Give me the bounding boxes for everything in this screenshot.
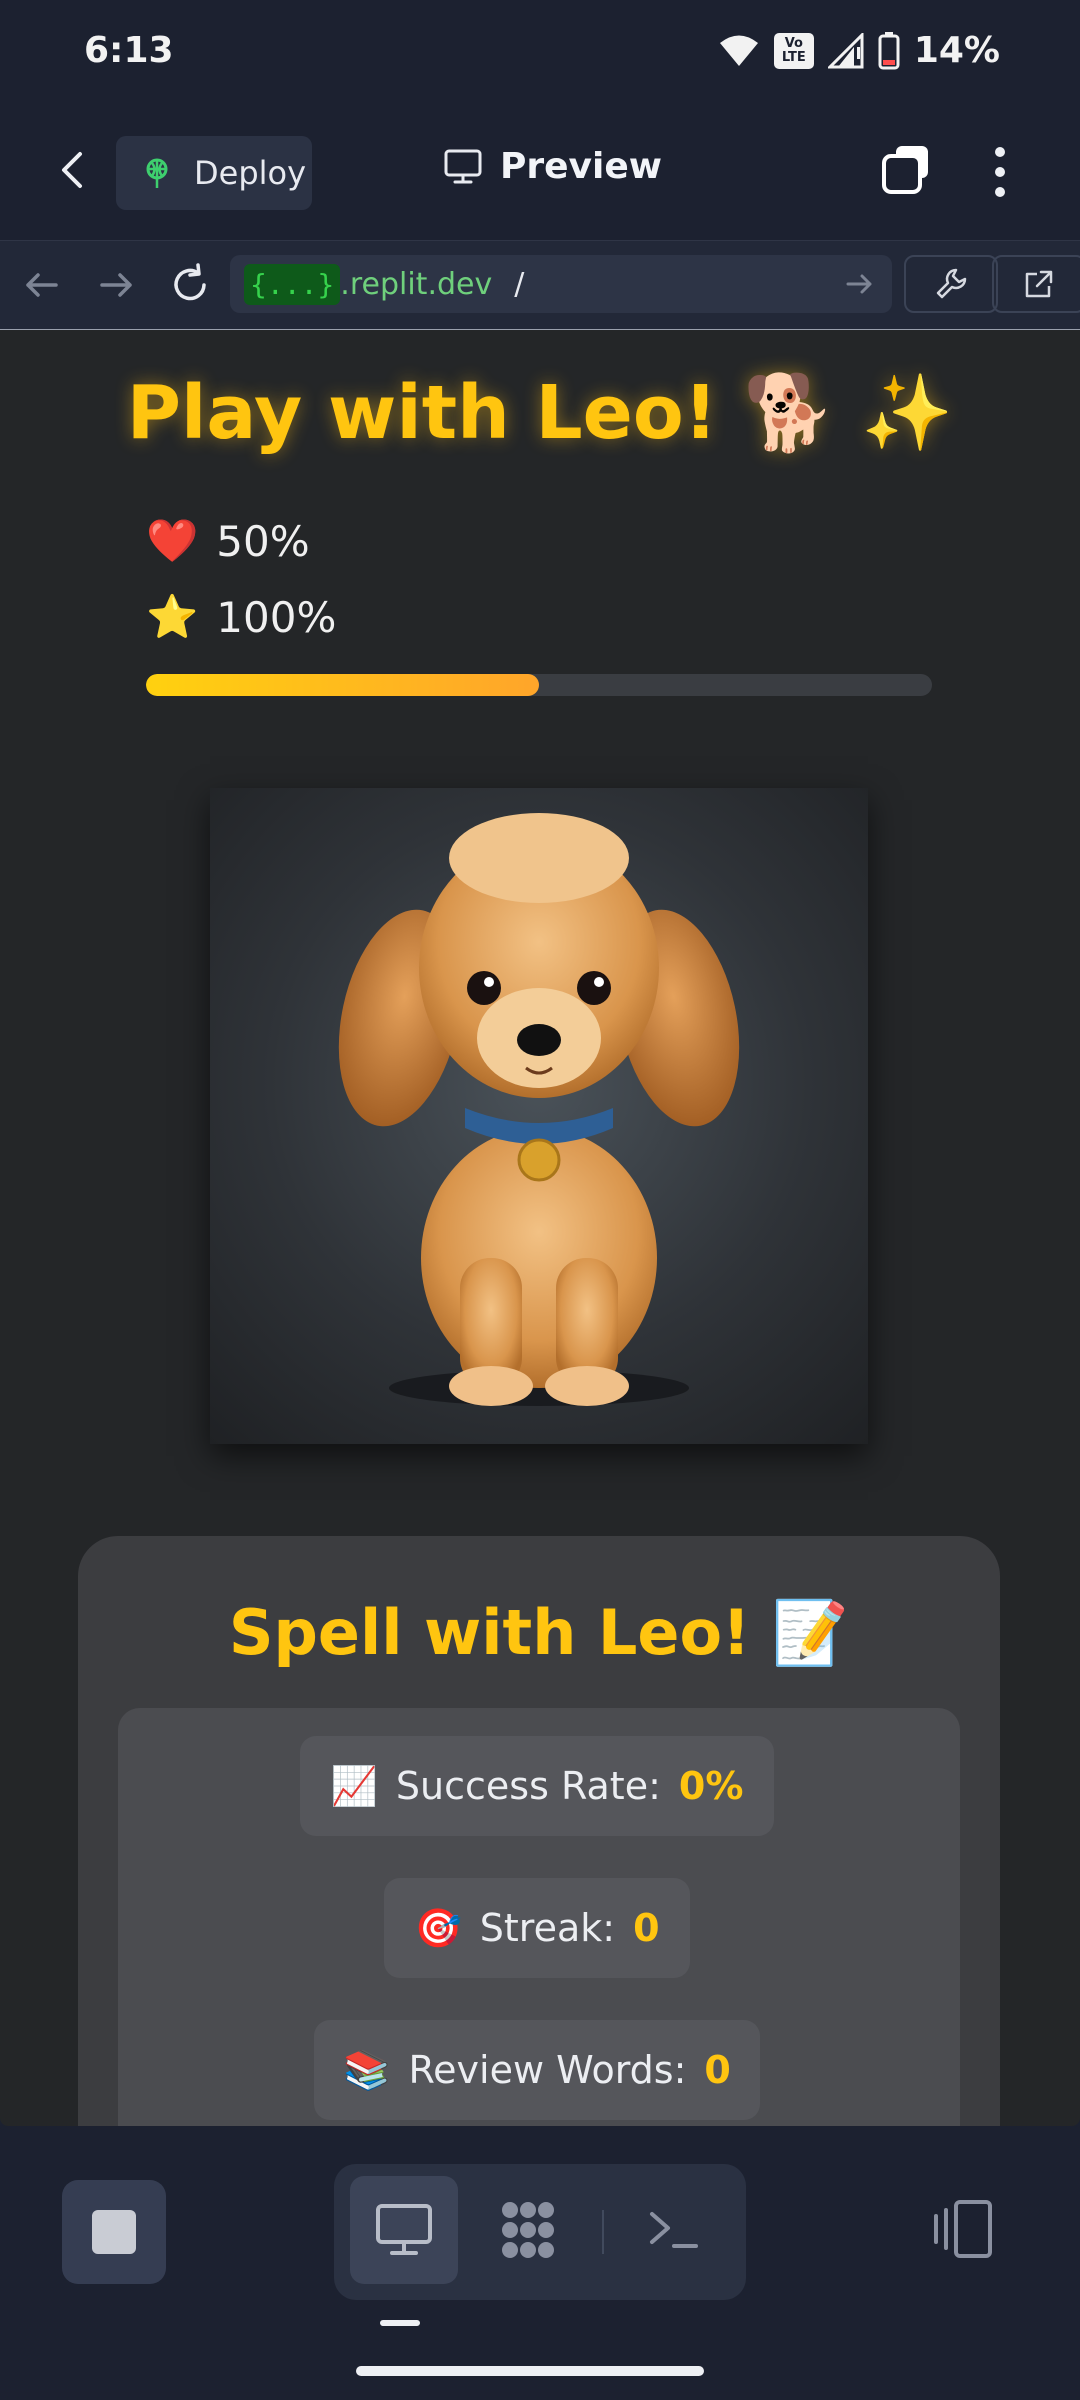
workspace-mode-button[interactable] (474, 2176, 582, 2284)
review-words-label: Review Words: (408, 2048, 687, 2092)
battery-text: 14% (913, 30, 1000, 71)
chart-icon: 📈 (330, 1763, 378, 1808)
mode-divider (602, 2210, 604, 2254)
external-link-icon (1025, 270, 1053, 298)
star-value: 100% (216, 592, 337, 642)
browser-bar: {...} .replit.dev / (0, 240, 1080, 331)
success-rate-value: 0% (678, 1764, 744, 1808)
pet-image[interactable] (210, 788, 868, 1444)
love-stat: ❤️ 50% (146, 516, 310, 566)
puppy-illustration (338, 813, 740, 1406)
url-badge: {...} (244, 263, 341, 305)
streak-stat: 🎯 Streak: 0 (384, 1878, 690, 1978)
status-icons: Vo LTE 14% (718, 30, 1000, 71)
monitor-icon (444, 149, 482, 183)
workspace-icon (502, 2202, 554, 2258)
terminal-mode-button[interactable] (620, 2176, 728, 2284)
love-value: 50% (216, 516, 310, 566)
deploy-label: Deploy (194, 154, 307, 192)
spell-card: Spell with Leo! 📝 📈 Success Rate: 0% 🎯 S… (78, 1536, 1000, 2126)
streak-label: Streak: (479, 1906, 616, 1950)
wifi-icon (719, 35, 758, 66)
progress-bar (146, 674, 932, 696)
success-rate-label: Success Rate: (395, 1764, 661, 1808)
url-path: / (514, 266, 525, 302)
preview-tab[interactable]: Preview (444, 146, 662, 187)
target-icon: 🎯 (414, 1905, 462, 1950)
more-icon[interactable] (982, 144, 1018, 200)
review-words-value: 0 (704, 2048, 731, 2092)
status-time: 6:13 (84, 30, 174, 71)
url-go-icon[interactable] (844, 269, 874, 299)
status-bar: 6:13 Vo LTE 14% (0, 0, 1080, 100)
url-field[interactable]: {...} .replit.dev / (230, 255, 892, 313)
monitor-icon (376, 2204, 432, 2255)
deploy-icon (146, 158, 168, 188)
layout-icon[interactable] (930, 2196, 996, 2262)
spell-title: Spell with Leo! 📝 (228, 1596, 850, 1669)
app-bar: Deploy Preview (0, 100, 1080, 240)
view-mode-group (334, 2164, 746, 2300)
star-stat: ⭐ 100% (146, 592, 336, 642)
progress-fill (146, 674, 539, 696)
streak-value: 0 (633, 1906, 660, 1950)
arrow-left-icon[interactable] (20, 263, 64, 307)
bottom-nav (0, 2126, 1080, 2400)
active-mode-indicator (380, 2320, 420, 2326)
signal-icon (827, 32, 864, 68)
home-indicator[interactable] (356, 2366, 704, 2376)
star-icon: ⭐ (146, 592, 199, 641)
deploy-button[interactable]: Deploy (116, 136, 312, 210)
wrench-icon (936, 268, 967, 299)
volte-icon: Vo LTE (773, 32, 814, 69)
books-icon: 📚 (343, 2047, 391, 2092)
reload-icon[interactable] (168, 263, 212, 307)
battery-icon (878, 31, 900, 69)
preview-mode-button[interactable] (350, 2176, 458, 2284)
arrow-right-icon[interactable] (94, 263, 138, 307)
open-external-button[interactable] (992, 255, 1080, 313)
heart-icon: ❤️ (146, 516, 199, 565)
stop-button[interactable] (62, 2180, 166, 2284)
stop-icon (92, 2210, 136, 2254)
spell-stats-box: 📈 Success Rate: 0% 🎯 Streak: 0 📚 Review … (118, 1708, 960, 2126)
game-title: Play with Leo! 🐕 ✨ (126, 370, 954, 456)
devtools-button[interactable] (904, 255, 998, 313)
success-rate-stat: 📈 Success Rate: 0% (300, 1736, 774, 1836)
preview-content: Play with Leo! 🐕 ✨ ❤️ 50% ⭐ 100% Spell w… (0, 330, 1080, 2126)
tabs-icon[interactable] (880, 144, 932, 196)
terminal-icon (650, 2212, 698, 2248)
preview-label: Preview (500, 146, 663, 187)
back-icon[interactable] (52, 148, 96, 192)
review-words-stat: 📚 Review Words: 0 (314, 2020, 760, 2120)
url-host: .replit.dev (340, 266, 493, 302)
